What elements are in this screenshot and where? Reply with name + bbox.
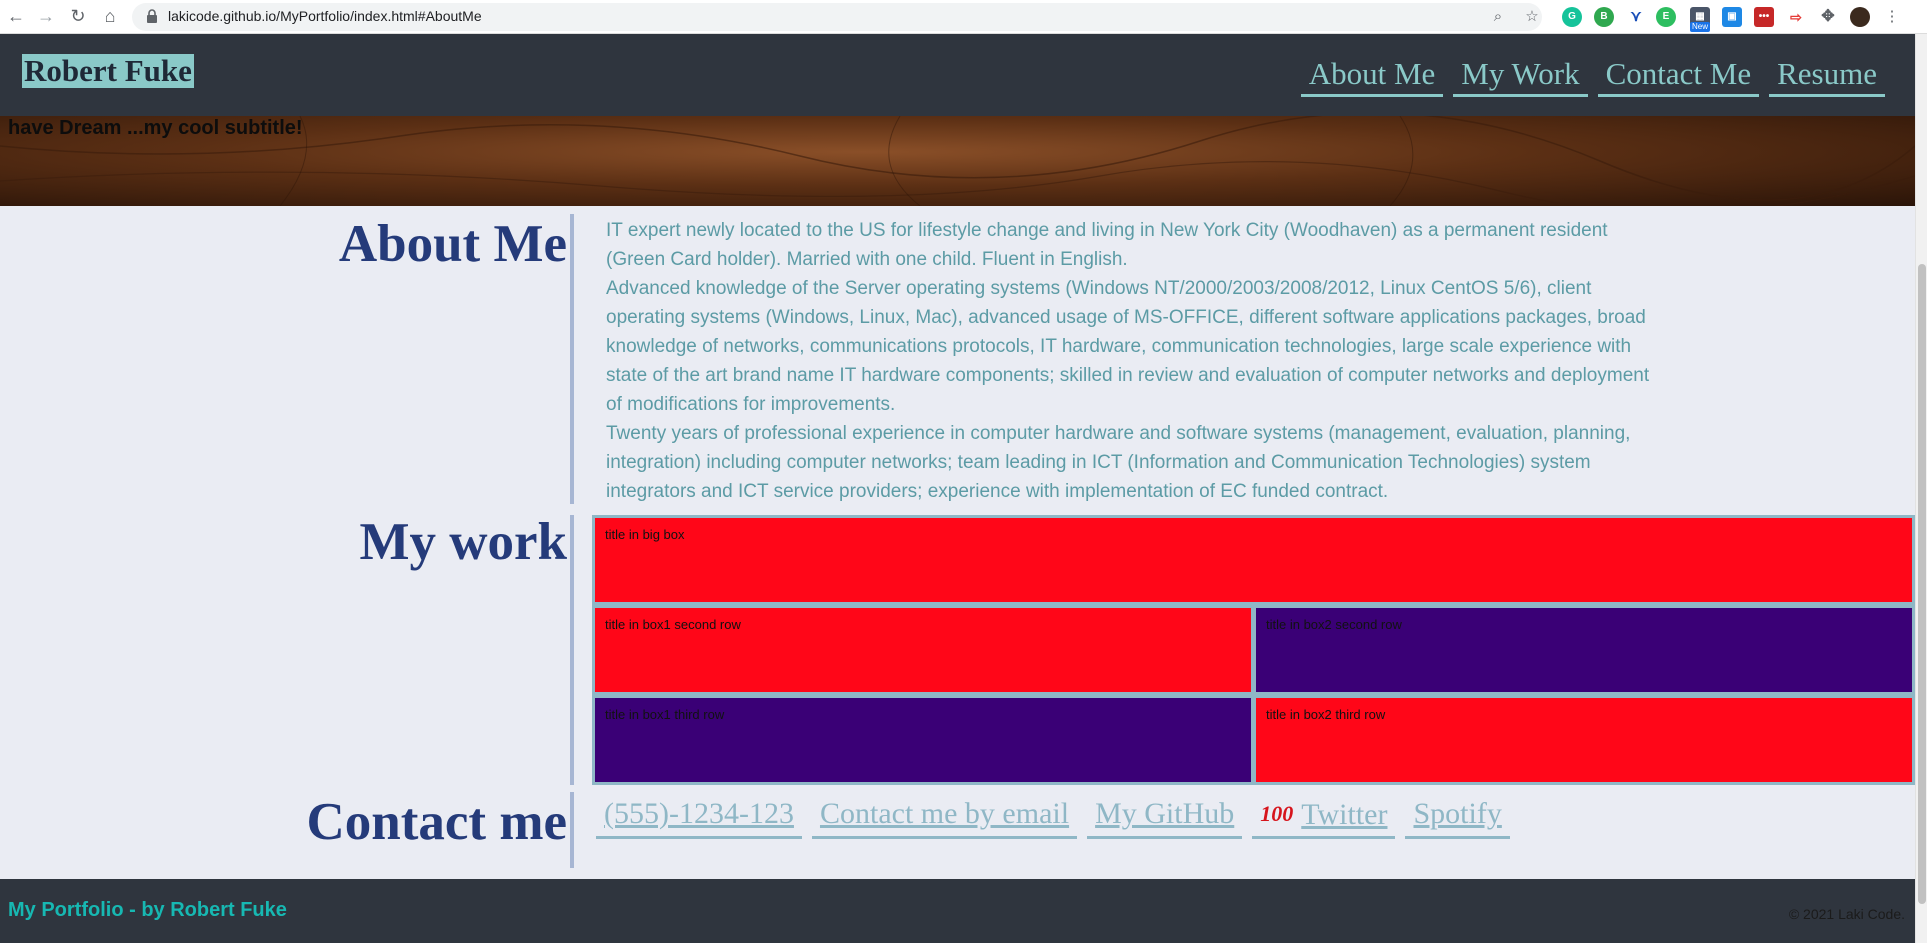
top-navigation-bar: Robert Fuke About Me My Work Contact Me … xyxy=(0,34,1915,116)
github-link[interactable]: My GitHub xyxy=(1087,796,1243,839)
work-box-title: title in box2 third row xyxy=(1266,707,1386,722)
puzzle-icon[interactable]: ✥ xyxy=(1818,7,1838,27)
work-grid: title in big box title in box1 second ro… xyxy=(592,515,1915,785)
hundred-points-icon: 100 xyxy=(1260,801,1294,826)
scrollbar-thumb[interactable] xyxy=(1918,264,1926,904)
star-icon[interactable]: ☆ xyxy=(1520,5,1544,29)
phone-link[interactable]: (555)-1234-123 xyxy=(596,796,802,839)
work-box-title: title in box2 second row xyxy=(1266,617,1402,632)
brand-name[interactable]: Robert Fuke xyxy=(22,54,194,88)
window-extension-icon[interactable]: ▣ xyxy=(1722,7,1742,27)
page-scrollbar[interactable] xyxy=(1915,34,1927,943)
lock-icon xyxy=(147,9,157,23)
grammarly-extension-icon[interactable]: G xyxy=(1562,7,1582,27)
nav-link-resume[interactable]: Resume xyxy=(1769,56,1885,97)
nav-links: About Me My Work Contact Me Resume xyxy=(1300,56,1885,97)
avatar[interactable] xyxy=(1850,7,1870,27)
contact-links: (555)-1234-123 Contact me by email My Gi… xyxy=(596,796,1510,839)
arrow-right-icon[interactable]: → xyxy=(34,4,58,28)
about-paragraph: IT expert newly located to the US for li… xyxy=(606,220,1608,270)
about-paragraph: Advanced knowledge of the Server operati… xyxy=(606,278,1650,415)
reload-icon[interactable]: ↻ xyxy=(66,4,90,28)
work-box-row3-2[interactable]: title in box2 third row xyxy=(1253,695,1915,785)
twitter-link-label: Twitter xyxy=(1301,798,1388,831)
arrow-extension-icon[interactable]: ⇨ xyxy=(1786,7,1806,27)
footer-title: My Portfolio - by Robert Fuke xyxy=(8,899,287,921)
work-box-title: title in big box xyxy=(605,527,685,542)
zoom-icon[interactable]: ⌕ xyxy=(1486,5,1510,29)
about-me-text: IT expert newly located to the US for li… xyxy=(606,216,1666,506)
bplus-extension-icon[interactable]: B xyxy=(1594,7,1614,27)
menu-dots-icon[interactable]: ⋮ xyxy=(1880,5,1904,29)
twitter-link[interactable]: 100 Twitter xyxy=(1252,796,1396,839)
home-icon[interactable]: ⌂ xyxy=(98,4,122,28)
page-viewport: Robert Fuke About Me My Work Contact Me … xyxy=(0,34,1915,943)
footer: My Portfolio - by Robert Fuke © 2021 Lak… xyxy=(0,879,1915,943)
email-link[interactable]: Contact me by email xyxy=(811,796,1078,839)
work-box-row2-2[interactable]: title in box2 second row xyxy=(1253,605,1915,695)
my-work-heading: My work xyxy=(359,513,567,571)
browser-toolbar: ← → ↻ ⌂ lakicode.github.io/MyPortfolio/i… xyxy=(0,0,1927,34)
new-badge: New xyxy=(1690,22,1711,32)
url-text[interactable]: lakicode.github.io/MyPortfolio/index.htm… xyxy=(168,8,482,24)
work-box-row3-1[interactable]: title in box1 third row xyxy=(592,695,1254,785)
work-box-big[interactable]: title in big box xyxy=(592,515,1915,605)
arrow-left-icon[interactable]: ← xyxy=(4,4,28,28)
spotify-link[interactable]: Spotify xyxy=(1405,796,1510,839)
footer-copyright: © 2021 Laki Code. xyxy=(1788,906,1905,922)
evernote-extension-icon[interactable]: E xyxy=(1656,7,1676,27)
work-box-row2-1[interactable]: title in box1 second row xyxy=(592,605,1254,695)
section-divider xyxy=(570,792,574,868)
work-box-title: title in box1 third row xyxy=(605,707,725,722)
nav-link-my-work[interactable]: My Work xyxy=(1453,56,1588,97)
section-divider xyxy=(570,214,574,504)
nav-link-contact-me[interactable]: Contact Me xyxy=(1597,56,1760,97)
nav-link-about-me[interactable]: About Me xyxy=(1300,56,1444,97)
hero-subtitle: have Dream ...my cool subtitle! xyxy=(8,117,303,139)
section-divider xyxy=(570,515,574,785)
contact-me-heading: Contact me xyxy=(306,793,568,851)
about-me-heading: About Me xyxy=(338,215,567,273)
work-box-title: title in box1 second row xyxy=(605,617,741,632)
hero-banner: have Dream ...my cool subtitle! xyxy=(0,116,1915,206)
about-paragraph: Twenty years of professional experience … xyxy=(606,423,1631,502)
dots-extension-icon[interactable]: ••• xyxy=(1754,7,1774,27)
v-extension-icon[interactable]: ⋎ xyxy=(1626,7,1646,27)
